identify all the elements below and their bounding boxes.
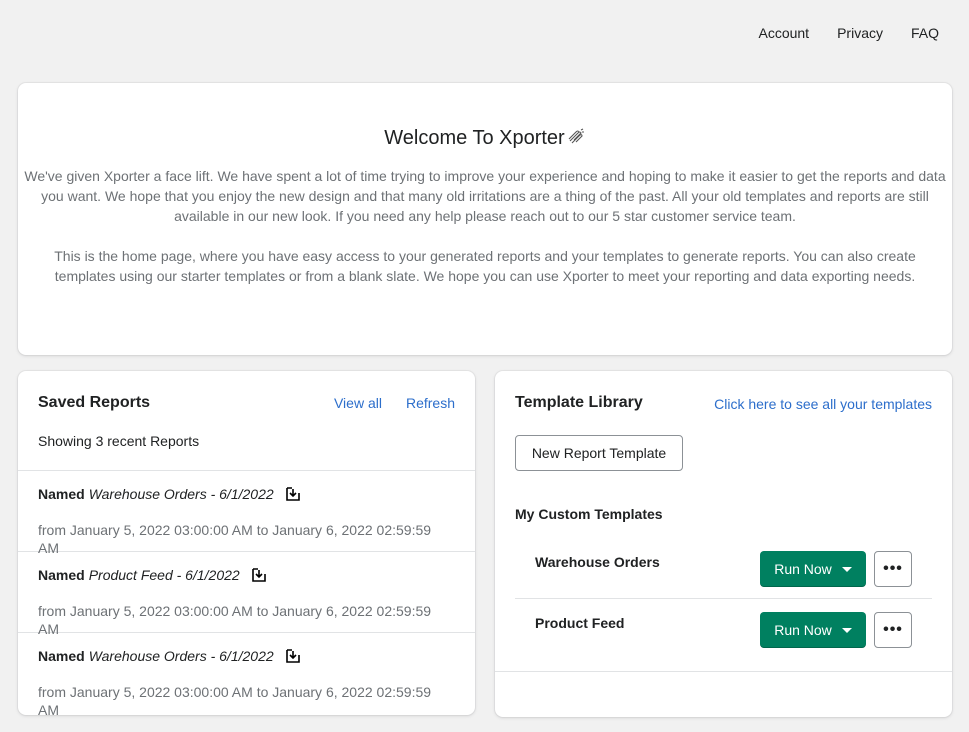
- welcome-paragraph-2: This is the home page, where you have ea…: [54, 248, 916, 284]
- saved-reports-actions: View all Refresh: [334, 394, 455, 412]
- run-now-label: Run Now: [774, 622, 832, 638]
- download-icon[interactable]: [251, 568, 266, 582]
- report-title-line: Named Product Feed - 6/1/2022: [38, 566, 455, 584]
- more-horizontal-icon: •••: [883, 560, 903, 577]
- report-title-line: Named Warehouse Orders - 6/1/2022: [38, 485, 455, 503]
- welcome-title-text: Welcome To Xporter: [384, 127, 565, 149]
- caret-down-icon: [841, 567, 852, 572]
- report-prefix: Named: [38, 648, 85, 664]
- privacy-link[interactable]: Privacy: [837, 24, 883, 42]
- download-icon[interactable]: [285, 487, 300, 501]
- report-item: Named Warehouse Orders - 6/1/2022 from J…: [18, 471, 475, 556]
- wave-icon: [568, 128, 584, 144]
- template-library-divider: [495, 671, 952, 672]
- template-name: Product Feed: [535, 615, 625, 631]
- template-library-header: Template Library Click here to see all y…: [495, 371, 952, 413]
- run-now-label: Run Now: [774, 561, 832, 577]
- see-all-templates-link[interactable]: Click here to see all your templates: [714, 395, 932, 413]
- report-prefix: Named: [38, 567, 85, 583]
- new-report-template-button[interactable]: New Report Template: [515, 435, 683, 471]
- more-actions-button[interactable]: •••: [874, 612, 912, 648]
- caret-down-icon: [841, 628, 852, 633]
- more-actions-button[interactable]: •••: [874, 551, 912, 587]
- report-prefix: Named: [38, 486, 85, 502]
- report-date-range: from January 5, 2022 03:00:00 AM to Janu…: [38, 684, 432, 715]
- account-link[interactable]: Account: [758, 24, 809, 42]
- saved-reports-card: Saved Reports View all Refresh Showing 3…: [18, 371, 475, 715]
- welcome-paragraph-1: We've given Xporter a face lift. We have…: [24, 168, 946, 224]
- report-name: Warehouse Orders - 6/1/2022: [88, 486, 274, 502]
- template-library-card: Template Library Click here to see all y…: [495, 371, 952, 717]
- top-navigation: Account Privacy FAQ: [758, 24, 939, 42]
- template-row: Product Feed Run Now •••: [515, 599, 932, 660]
- template-name: Warehouse Orders: [535, 554, 660, 570]
- report-name: Product Feed - 6/1/2022: [88, 567, 240, 583]
- refresh-link[interactable]: Refresh: [406, 394, 455, 412]
- reports-count-text: Showing 3 recent Reports: [38, 433, 200, 449]
- custom-templates-title: My Custom Templates: [515, 506, 663, 522]
- run-now-button[interactable]: Run Now: [760, 551, 866, 587]
- report-item: Named Warehouse Orders - 6/1/2022 from J…: [18, 633, 475, 715]
- template-row: Warehouse Orders Run Now •••: [515, 538, 932, 599]
- welcome-card: Welcome To Xporter We've given Xporter a…: [18, 83, 952, 355]
- download-icon[interactable]: [285, 649, 300, 663]
- view-all-link[interactable]: View all: [334, 394, 382, 412]
- faq-link[interactable]: FAQ: [911, 24, 939, 42]
- report-title-line: Named Warehouse Orders - 6/1/2022: [38, 647, 455, 665]
- run-now-button[interactable]: Run Now: [760, 612, 866, 648]
- report-name: Warehouse Orders - 6/1/2022: [88, 648, 274, 664]
- report-item: Named Product Feed - 6/1/2022 from Janua…: [18, 552, 475, 637]
- welcome-title: Welcome To Xporter: [18, 126, 952, 150]
- more-horizontal-icon: •••: [883, 621, 903, 638]
- saved-reports-header: Saved Reports View all Refresh Showing 3…: [18, 371, 475, 471]
